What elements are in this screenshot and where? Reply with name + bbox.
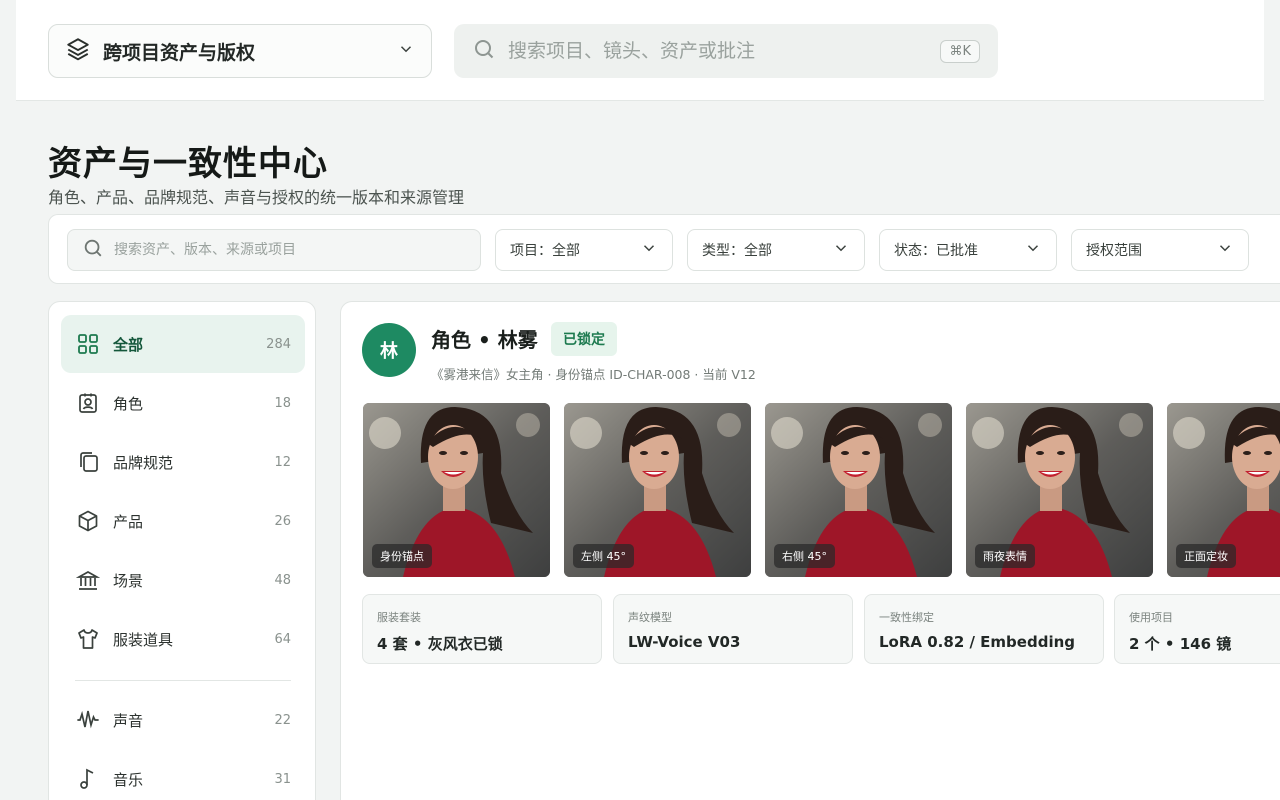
copy-icon (75, 449, 101, 475)
stat-consistency-binding: 一致性绑定 LoRA 0.82 / Embedding (864, 594, 1104, 664)
sidebar-item-label: 品牌规范 (113, 453, 174, 472)
reference-thumbnail[interactable]: 雨夜表情 (966, 403, 1153, 577)
asset-search-input[interactable] (114, 242, 466, 258)
chevron-down-icon (397, 40, 415, 62)
thumbnail-tag: 左侧 45° (573, 544, 634, 568)
chevron-down-icon (832, 239, 850, 261)
thumbnail-tag: 右侧 45° (774, 544, 835, 568)
reference-thumbnail[interactable]: 右侧 45° (765, 403, 952, 577)
sidebar-item-costumes-props[interactable]: 服装道具 64 (61, 610, 305, 668)
sidebar-item-count: 22 (274, 712, 291, 728)
asset-detail-panel: 林 角色 • 林雾 已锁定 《雾港来信》女主角 · 身份锚点 ID-CHAR-0… (340, 301, 1280, 800)
reference-thumbnail[interactable]: 左侧 45° (564, 403, 751, 577)
thumbnail-tag: 雨夜表情 (975, 544, 1035, 568)
reference-thumbnail[interactable]: 正面定妆 (1167, 403, 1280, 577)
status-badge: 已锁定 (551, 322, 617, 356)
cube-icon (75, 508, 101, 534)
asset-search[interactable] (67, 229, 481, 271)
sidebar-item-count: 284 (266, 336, 291, 352)
sidebar-item-characters[interactable]: 角色 18 (61, 374, 305, 432)
sidebar-item-label: 全部 (113, 335, 144, 354)
avatar: 林 (362, 323, 416, 377)
layers-icon (65, 36, 91, 66)
sidebar-item-products[interactable]: 产品 26 (61, 492, 305, 550)
grid-icon (75, 331, 101, 357)
search-icon (472, 37, 496, 65)
stat-voice-model: 声纹模型 LW-Voice V03 (613, 594, 853, 664)
thumbnail-tag: 正面定妆 (1176, 544, 1236, 568)
search-icon (82, 237, 104, 263)
page-title: 资产与一致性中心 (48, 144, 328, 184)
asset-meta: 《雾港来信》女主角 · 身份锚点 ID-CHAR-008 · 当前 V12 (431, 367, 756, 382)
sidebar-item-count: 64 (274, 631, 291, 647)
page-subtitle: 角色、产品、品牌规范、声音与授权的统一版本和来源管理 (48, 188, 465, 207)
sidebar-item-count: 48 (274, 572, 291, 588)
stat-label: 声纹模型 (628, 611, 672, 624)
stat-value: 4 套 • 灰风衣已锁 (377, 635, 503, 653)
sidebar-item-count: 26 (274, 513, 291, 529)
stat-value: 2 个 • 146 镜 (1129, 635, 1232, 653)
stat-label: 服装套装 (377, 611, 421, 624)
sidebar-item-count: 31 (274, 771, 291, 787)
stat-projects-used: 使用项目 2 个 • 146 镜 (1114, 594, 1280, 664)
sidebar-item-music[interactable]: 音乐 31 (61, 750, 305, 800)
reference-thumbnails: 身份锚点 左侧 45° 右侧 45° 雨夜表情 正面定妆 (363, 403, 1280, 577)
sidebar-item-label: 产品 (113, 512, 144, 531)
license-filter-label: 授权范围 (1086, 243, 1142, 259)
project-select-label: 跨项目资产与版权 (103, 41, 256, 64)
license-filter[interactable]: 授权范围 (1071, 229, 1249, 271)
project-select[interactable]: 跨项目资产与版权 (48, 24, 432, 78)
reference-thumbnail[interactable]: 身份锚点 (363, 403, 550, 577)
chevron-down-icon (640, 239, 658, 261)
sidebar-item-label: 场景 (113, 571, 144, 590)
sidebar-divider (75, 680, 291, 681)
chevron-down-icon (1216, 239, 1234, 261)
filter-bar: 项目：全部 类型：全部 状态：已批准 授权范围 (48, 214, 1280, 284)
stat-value: LW-Voice V03 (628, 633, 741, 651)
stat-costumes: 服装套装 4 套 • 灰风衣已锁 (362, 594, 602, 664)
stat-label: 一致性绑定 (879, 611, 934, 624)
sidebar-item-count: 12 (274, 454, 291, 470)
shirt-icon (75, 626, 101, 652)
sidebar-item-all[interactable]: 全部 284 (61, 315, 305, 373)
sidebar-item-label: 音乐 (113, 770, 144, 789)
category-sidebar: 全部 284 角色 18 品牌规范 12 产品 26 场景 48 服装道具 64 (48, 301, 316, 800)
sidebar-item-label: 服装道具 (113, 630, 174, 649)
chevron-down-icon (1024, 239, 1042, 261)
music-note-icon (75, 766, 101, 792)
thumbnail-tag: 身份锚点 (372, 544, 432, 568)
shortcut-hint: ⌘K (940, 39, 980, 63)
asset-title: 角色 • 林雾 (431, 328, 538, 352)
status-filter[interactable]: 状态：已批准 (879, 229, 1057, 271)
top-bar: 跨项目资产与版权 ⌘K (16, 0, 1264, 101)
global-search-input[interactable] (508, 40, 929, 62)
type-filter[interactable]: 类型：全部 (687, 229, 865, 271)
sidebar-item-count: 18 (274, 395, 291, 411)
sidebar-item-scenes[interactable]: 场景 48 (61, 551, 305, 609)
stat-value: LoRA 0.82 / Embedding (879, 633, 1075, 651)
global-search[interactable]: ⌘K (454, 24, 998, 78)
project-filter-label: 项目：全部 (510, 243, 580, 259)
status-filter-label: 状态：已批准 (894, 243, 978, 259)
landmark-icon (75, 567, 101, 593)
type-filter-label: 类型：全部 (702, 243, 772, 259)
stat-label: 使用项目 (1129, 611, 1173, 624)
person-badge-icon (75, 390, 101, 416)
sidebar-item-brand-guidelines[interactable]: 品牌规范 12 (61, 433, 305, 491)
waveform-icon (75, 707, 101, 733)
sidebar-item-voice[interactable]: 声音 22 (61, 691, 305, 749)
project-filter[interactable]: 项目：全部 (495, 229, 673, 271)
sidebar-item-label: 声音 (113, 711, 144, 730)
sidebar-item-label: 角色 (113, 394, 144, 413)
